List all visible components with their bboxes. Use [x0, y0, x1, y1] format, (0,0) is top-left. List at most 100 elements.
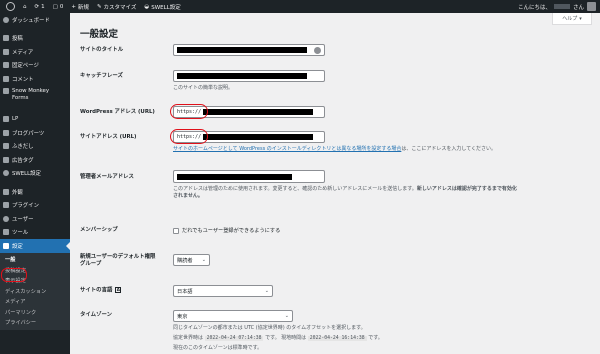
comment-icon: ▢ [52, 3, 58, 10]
redacted-username [553, 4, 570, 9]
sidebar-item-label: 投稿 [12, 36, 23, 43]
comments-count: 0 [59, 3, 64, 10]
tagline-label: キャッチフレーズ [80, 73, 123, 79]
sidebar-item-label: ふきだし [12, 144, 34, 151]
sidebar-item-label: Snow Monkey Forms [12, 87, 50, 101]
site-title-input[interactable] [173, 44, 325, 56]
highlight-circle-site-url [170, 129, 208, 144]
chevron-down-icon: ▾ [579, 15, 582, 22]
chevron-down-icon: ⌄ [201, 257, 206, 263]
redacted-value [203, 134, 314, 140]
admin-sidebar: ダッシュボード 投稿 メディア 固定ページ コメント Snow Monkey F… [0, 13, 70, 354]
password-manager-icon [314, 47, 321, 54]
tagline-description: このサイトの簡単な説明。 [173, 85, 234, 91]
my-account-button[interactable]: こんにちは、 さん [518, 2, 600, 11]
site-url-desc-tail: は、ここにアドレスを入力してください。 [401, 146, 497, 152]
default-role-label-line2: グループ [80, 261, 102, 267]
dashboard-icon [3, 16, 9, 23]
help-tab-button[interactable]: ヘルプ ▾ [552, 13, 592, 25]
sidebar-item-label: メディア [12, 49, 34, 56]
site-language-select[interactable]: 日本語 ⌄ [173, 285, 273, 297]
updates-icon: ⟳ [34, 3, 40, 10]
sidebar-item-media[interactable]: メディア [0, 45, 70, 59]
local-time-tail: です。 [368, 335, 383, 341]
submenu-item-media[interactable]: メディア [0, 297, 70, 308]
sidebar-item-label: ブログパーツ [12, 130, 45, 137]
sidebar-item-ad-tag[interactable]: 広告タグ [0, 153, 70, 167]
chevron-down-icon: ⌄ [264, 288, 269, 294]
tagline-input[interactable] [173, 70, 325, 82]
sidebar-item-balloon[interactable]: ふきだし [0, 140, 70, 154]
comments-button[interactable]: ▢ 0 [49, 0, 68, 13]
settings-icon [3, 242, 9, 249]
site-language-label: サイトの言語 A [80, 287, 122, 295]
default-role-value: 購読者 [177, 257, 193, 264]
site-url-help-link[interactable]: サイトのホームページとして WordPress のインストールディレクトリとは異… [173, 146, 401, 152]
sidebar-item-posts[interactable]: 投稿 [0, 32, 70, 46]
pin-icon [3, 129, 9, 136]
submenu-item-privacy[interactable]: プライバシー [0, 318, 70, 329]
comment-icon [3, 75, 9, 82]
help-label: ヘルプ [562, 16, 578, 22]
site-name-link[interactable]: ⌂ [19, 0, 31, 13]
submenu-item-discussion[interactable]: ディスカッション [0, 286, 70, 297]
updates-button[interactable]: ⟳ 1 [31, 0, 49, 13]
user-icon [3, 215, 9, 222]
sidebar-item-blog-parts[interactable]: ブログパーツ [0, 126, 70, 140]
avatar [587, 2, 596, 11]
sidebar-item-plugins[interactable]: プラグイン [0, 199, 70, 213]
submenu-item-general[interactable]: 一般 [0, 255, 70, 266]
default-role-select[interactable]: 購読者 ⌄ [173, 254, 210, 266]
sidebar-item-pages[interactable]: 固定ページ [0, 59, 70, 73]
wordpress-url-label: WordPress アドレス (URL) [80, 109, 155, 115]
brush-icon [3, 188, 9, 195]
customize-label: カスタマイズ [103, 4, 137, 11]
swell-settings-button[interactable]: ◒ SWELL設定 [140, 0, 184, 13]
admin-email-description: このアドレスは管理のために使用されます。変更すると、確認のため新しいアドレスにメ… [173, 186, 600, 200]
swell-label: SWELL設定 [151, 4, 181, 11]
sidebar-item-users[interactable]: ユーザー [0, 212, 70, 226]
admin-email-desc-bold-2: されません。 [173, 193, 203, 199]
wordpress-logo-button[interactable] [0, 0, 19, 13]
sidebar-item-label: 外観 [12, 189, 23, 196]
membership-checkbox[interactable] [173, 227, 179, 234]
sidebar-item-label: ダッシュボード [12, 17, 50, 24]
site-title-label: サイトのタイトル [80, 47, 124, 53]
default-role-label: 新規ユーザーのデフォルト権限 グループ [80, 254, 155, 268]
sidebar-item-comments[interactable]: コメント [0, 72, 70, 86]
redacted-value [177, 73, 307, 79]
sidebar-item-label: ユーザー [12, 216, 34, 223]
site-language-value: 日本語 [177, 288, 193, 295]
home-icon: ⌂ [23, 3, 27, 10]
sidebar-item-snow-monkey-forms[interactable]: Snow Monkey Forms [0, 86, 70, 108]
admin-email-desc-part: このアドレスは管理のために使用されます。変更すると、確認のため新しいアドレスにメ… [173, 186, 417, 192]
customize-button[interactable]: ✎ カスタマイズ [93, 0, 140, 13]
new-content-button[interactable]: + 新規 [67, 0, 93, 13]
sidebar-item-appearance[interactable]: 外観 [0, 185, 70, 199]
brush-icon: ✎ [96, 3, 102, 10]
local-time-value: 2022-04-24 16:14:38 [307, 336, 367, 341]
page-title: 一般設定 [80, 29, 119, 40]
sidebar-item-settings[interactable]: 設定 [0, 239, 70, 253]
sidebar-item-dashboard[interactable]: ダッシュボード [0, 13, 70, 27]
submenu-item-permalinks[interactable]: パーマリンク [0, 307, 70, 318]
swell-icon [3, 170, 9, 177]
sidebar-item-label: SWELL設定 [12, 171, 41, 178]
local-time-label: です。 現地時間は [265, 335, 307, 341]
time-info: 協定世界時は 2022-04-24 07:14:38 です。 現地時間は 202… [173, 335, 383, 342]
sidebar-item-tools[interactable]: ツール [0, 226, 70, 240]
sidebar-item-label: 設定 [12, 243, 23, 250]
utc-time-label: 協定世界時は [173, 335, 204, 341]
timezone-value: 東京 [177, 313, 188, 320]
swell-icon: ◒ [144, 3, 150, 10]
ad-icon [3, 156, 9, 163]
membership-checkbox-label[interactable]: だれでもユーザー登録ができるようにする [182, 228, 280, 234]
admin-email-input[interactable] [173, 170, 325, 183]
main-content: ヘルプ ▾ 一般設定 サイトのタイトル キャッチフレーズ このサイトの簡単な説明… [70, 13, 600, 354]
greeting-suffix: さん [572, 4, 584, 11]
plugin-icon [3, 202, 9, 209]
utc-time-value: 2022-04-24 07:14:38 [204, 336, 264, 341]
sidebar-item-swell-settings[interactable]: SWELL設定 [0, 167, 70, 181]
timezone-select[interactable]: 東京 ⌄ [173, 310, 293, 322]
sidebar-item-lp[interactable]: LP [0, 113, 70, 127]
